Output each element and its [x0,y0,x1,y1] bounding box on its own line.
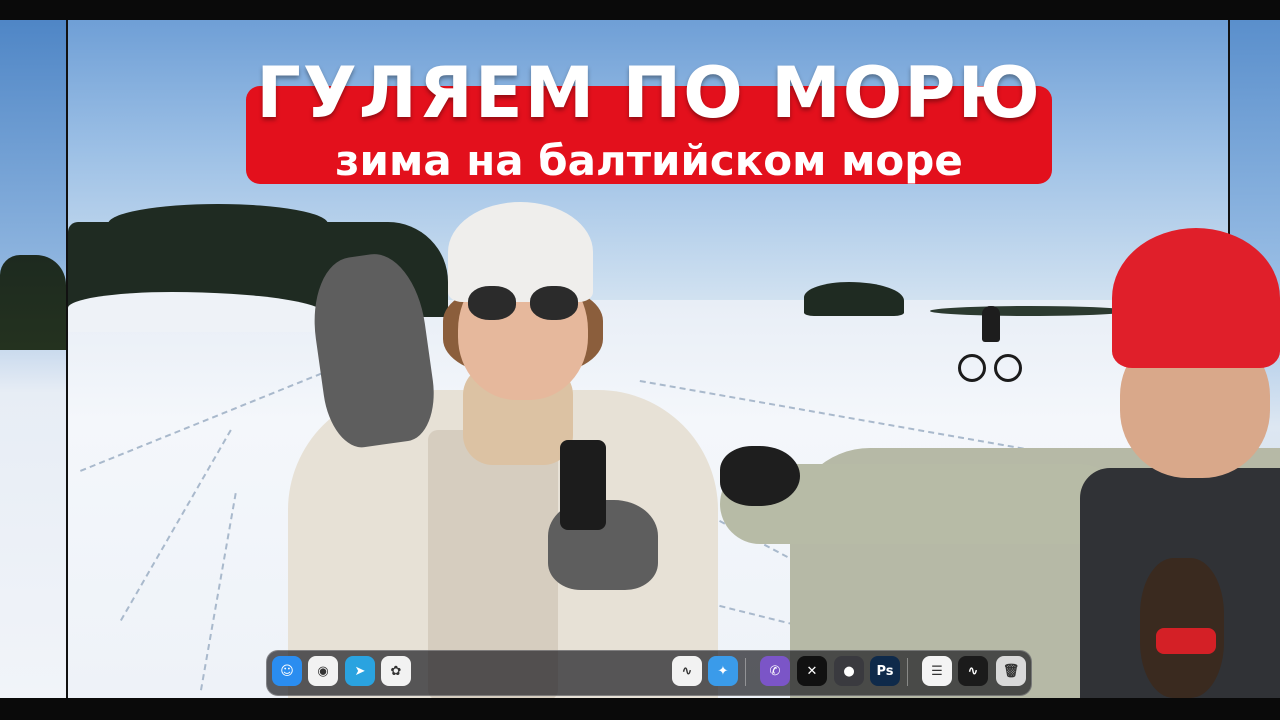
sunglasses-lens [530,286,578,320]
trash-icon[interactable]: 🗑 [996,656,1026,686]
dog-red-vest [1156,628,1216,654]
photos-icon[interactable]: ✿ [381,656,411,686]
bottom-black-bar [0,698,1280,720]
man-in-red-hat [720,228,1280,698]
dock-separator [745,658,746,686]
main-title: ГУЛЯЕМ ПО МОРЮ [256,52,1042,134]
thumbnail-frame: ГУЛЯЕМ ПО МОРЮ зима на балтийском море ☺… [0,0,1280,720]
sunglasses-lens [468,286,516,320]
dock-separator [907,658,908,686]
woman-in-white-coat [268,200,718,700]
title-banner: ГУЛЯЕМ ПО МОРЮ зима на балтийском море [246,50,1052,184]
finder-icon[interactable]: ☺ [272,656,302,686]
wireless-microphone [560,440,606,530]
left-side-trees [0,255,66,350]
photoshop-icon[interactable]: Ps [870,656,900,686]
left-divider [66,20,68,698]
chrome-icon[interactable]: ◉ [308,656,338,686]
freeform-icon[interactable]: ∿ [672,656,702,686]
screenshot-app-icon[interactable]: ● [834,656,864,686]
activity-monitor-icon[interactable]: ∿ [958,656,988,686]
red-hat [1112,228,1280,368]
top-black-bar [0,0,1280,20]
telegram-icon[interactable]: ➤ [345,656,375,686]
document-icon[interactable]: ☰ [922,656,952,686]
left-side-panel [0,20,66,698]
viber-icon[interactable]: ✆ [760,656,790,686]
sunglasses [468,286,580,320]
subtitle: зима на балтийском море [335,136,963,185]
black-glove [720,446,800,506]
safari-icon[interactable]: ✦ [708,656,738,686]
capcut-icon[interactable]: ✕ [797,656,827,686]
